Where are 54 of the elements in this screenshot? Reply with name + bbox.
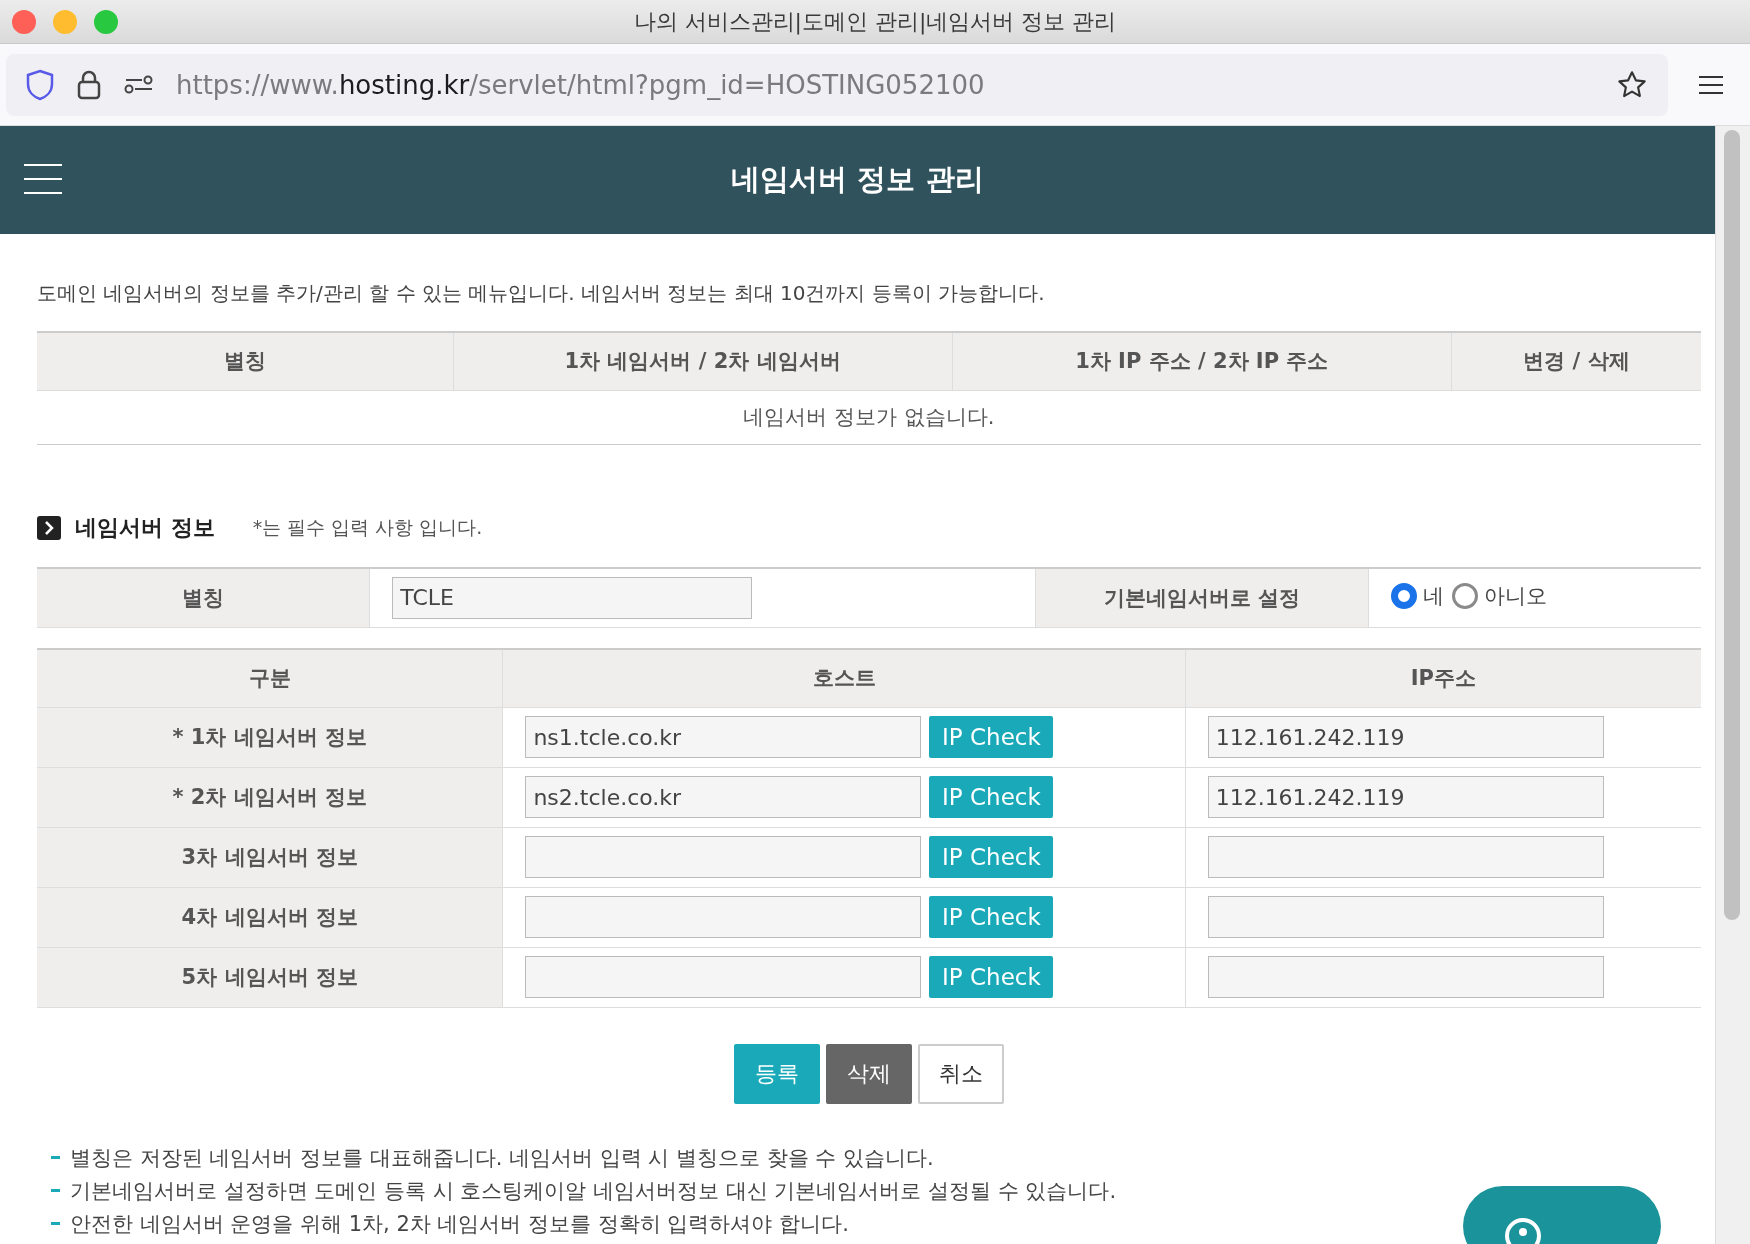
menu-button[interactable] — [24, 164, 62, 194]
support-button[interactable] — [1463, 1185, 1661, 1244]
page-title: 네임서버 정보 관리 — [731, 161, 984, 198]
note-text: 별칭은 저장된 네임서버 정보를 대표해줍니다. 네임서버 입력 시 별칭으로 찾을 수 있습니다. — [70, 1144, 934, 1172]
shield-icon — [26, 68, 54, 101]
ip-input[interactable]: 112.161.242.119 — [1207, 716, 1604, 758]
row-label: * 1차 네임서버 정보 — [37, 707, 503, 767]
section-title: 네임서버 정보 — [75, 513, 215, 542]
host-input[interactable]: ns1.tcle.co.kr — [525, 716, 922, 758]
empty-message: 네임서버 정보가 없습니다. — [37, 390, 1701, 444]
close-window-button[interactable] — [12, 10, 36, 34]
radio-label: 아니오 — [1483, 583, 1547, 611]
minimize-window-button[interactable] — [53, 10, 77, 34]
row-label: 3차 네임서버 정보 — [37, 827, 503, 887]
row-label: 4차 네임서버 정보 — [37, 887, 503, 947]
window-title: 나의 서비스관리|도메인 관리|네임서버 정보 관리 — [633, 7, 1117, 37]
lock-icon — [76, 68, 102, 101]
permissions-icon — [124, 74, 154, 95]
support-icon — [1503, 1215, 1543, 1244]
host-input[interactable] — [525, 836, 922, 878]
alias-label: 별칭 — [37, 567, 370, 628]
column-header: 변경 / 삭제 — [1451, 332, 1701, 390]
scrollbar-thumb[interactable] — [1724, 130, 1740, 920]
ip-input[interactable] — [1207, 836, 1604, 878]
alias-input[interactable]: TCLE — [392, 576, 753, 619]
column-header: 별칭 — [37, 332, 453, 390]
column-header: 구분 — [37, 649, 503, 707]
ip-input[interactable] — [1207, 956, 1604, 998]
zoom-window-button[interactable] — [94, 10, 118, 34]
radio-label: 네 — [1422, 583, 1444, 611]
column-header: IP주소 — [1185, 649, 1701, 707]
ip-input[interactable]: 112.161.242.119 — [1207, 776, 1604, 818]
default-label: 기본네임서버로 설정 — [1035, 567, 1369, 628]
menu-icon[interactable] — [1698, 74, 1724, 95]
column-header: 1차 네임서버 / 2차 네임서버 — [453, 332, 953, 390]
note-text: 기본네임서버로 설정하면 도메인 등록 시 호스팅케이알 네임서버정보 대신 기본네임서버로 설정될 수 있습니다. — [70, 1177, 1117, 1205]
radio-button[interactable] — [1451, 583, 1478, 610]
row-label: 5차 네임서버 정보 — [37, 947, 503, 1007]
host-input[interactable] — [525, 956, 922, 998]
row-label: * 2차 네임서버 정보 — [37, 767, 503, 827]
action-button[interactable]: 취소 — [918, 1043, 1004, 1104]
column-header: 호스트 — [502, 649, 1186, 707]
url-text: https://www.hosting.kr/servlet/html?pgm_id=HOSTING052100 — [176, 69, 986, 100]
radio-button[interactable] — [1390, 583, 1417, 610]
ip-input[interactable] — [1207, 896, 1604, 938]
note-text: 안전한 네임서버 운영을 위해 1차, 2차 네임서버 정보를 정확히 입력하셔야 합니다. — [70, 1210, 849, 1238]
arrow-box-icon — [37, 515, 61, 540]
column-header: 1차 IP 주소 / 2차 IP 주소 — [952, 332, 1452, 390]
required-note: *는 필수 입력 사항 입니다. — [252, 514, 483, 540]
address-bar[interactable]: https://www.hosting.kr/servlet/html?pgm_id=HOSTING052100 — [6, 53, 1668, 116]
description-text: 도메인 네임서버의 정보를 추가/관리 할 수 있는 메뉴입니다. 네임서버 정보는 최대 10건까지 등록이 가능합니다. — [37, 280, 1046, 307]
action-button[interactable]: 삭제 — [826, 1043, 912, 1104]
host-input[interactable]: ns2.tcle.co.kr — [525, 776, 922, 818]
host-input[interactable] — [525, 896, 922, 938]
